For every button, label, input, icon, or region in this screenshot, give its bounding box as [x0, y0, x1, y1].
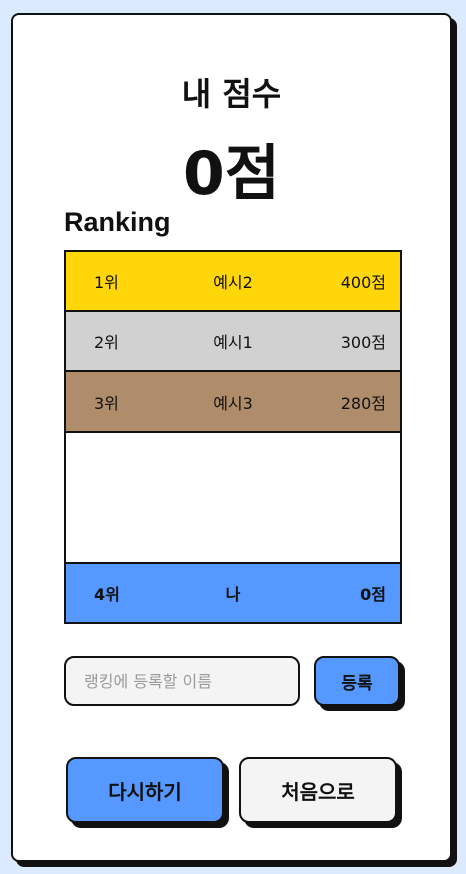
retry-button[interactable]: 다시하기 — [66, 757, 224, 823]
register-button[interactable]: 등록 — [314, 656, 400, 706]
ranking-name: 예시1 — [213, 333, 253, 352]
ranking-score: 280점 — [340, 393, 386, 413]
ranking-title: Ranking — [64, 207, 171, 237]
ranking-row-2: 2위 예시1 300점 — [66, 312, 400, 372]
ranking-row-3: 3위 예시3 280점 — [66, 372, 400, 433]
ranking-score: 0점 — [360, 585, 386, 604]
ranking-name: 예시3 — [213, 393, 253, 413]
ranking-position: 1위 — [94, 273, 119, 292]
home-button[interactable]: 처음으로 — [239, 757, 397, 823]
ranking-position: 4위 — [94, 585, 120, 604]
ranking-name: 나 — [225, 585, 241, 604]
my-score-label: 내 점수 — [181, 75, 282, 113]
ranking-score: 400점 — [340, 273, 386, 292]
ranking-name: 예시2 — [213, 273, 253, 292]
ranking-row-1: 1위 예시2 400점 — [66, 252, 400, 312]
result-card: 내 점수 0점 Ranking 1위 예시2 400점 2위 예시1 300점 … — [11, 13, 452, 862]
my-score-value: 0점 — [183, 139, 280, 209]
ranking-position: 2위 — [94, 333, 119, 352]
ranking-row-me: 4위 나 0점 — [66, 562, 400, 622]
ranking-score: 300점 — [340, 333, 386, 352]
ranking-name-input[interactable] — [64, 656, 300, 706]
ranking-list: 1위 예시2 400점 2위 예시1 300점 3위 예시3 280점 4위 나… — [64, 250, 402, 624]
ranking-position: 3위 — [94, 393, 119, 413]
